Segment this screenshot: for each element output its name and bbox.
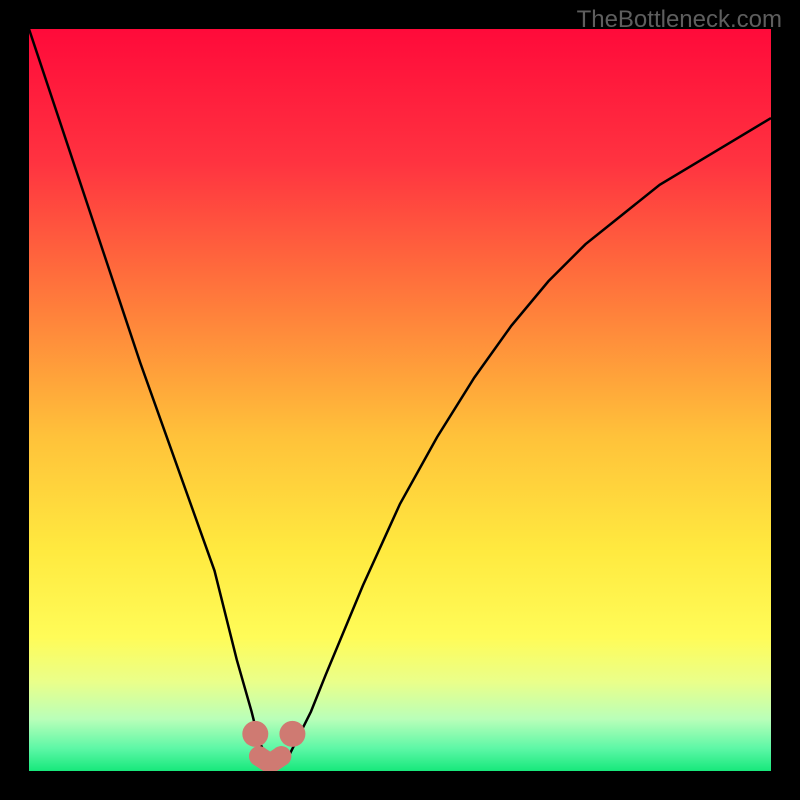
chart-background: [29, 29, 771, 771]
attribution-text: TheBottleneck.com: [577, 6, 782, 34]
left-blob-marker: [242, 721, 268, 747]
elbow-3-marker: [271, 746, 291, 766]
right-blob-marker: [279, 721, 305, 747]
bottleneck-chart: [29, 29, 771, 771]
chart-svg: [29, 29, 771, 771]
